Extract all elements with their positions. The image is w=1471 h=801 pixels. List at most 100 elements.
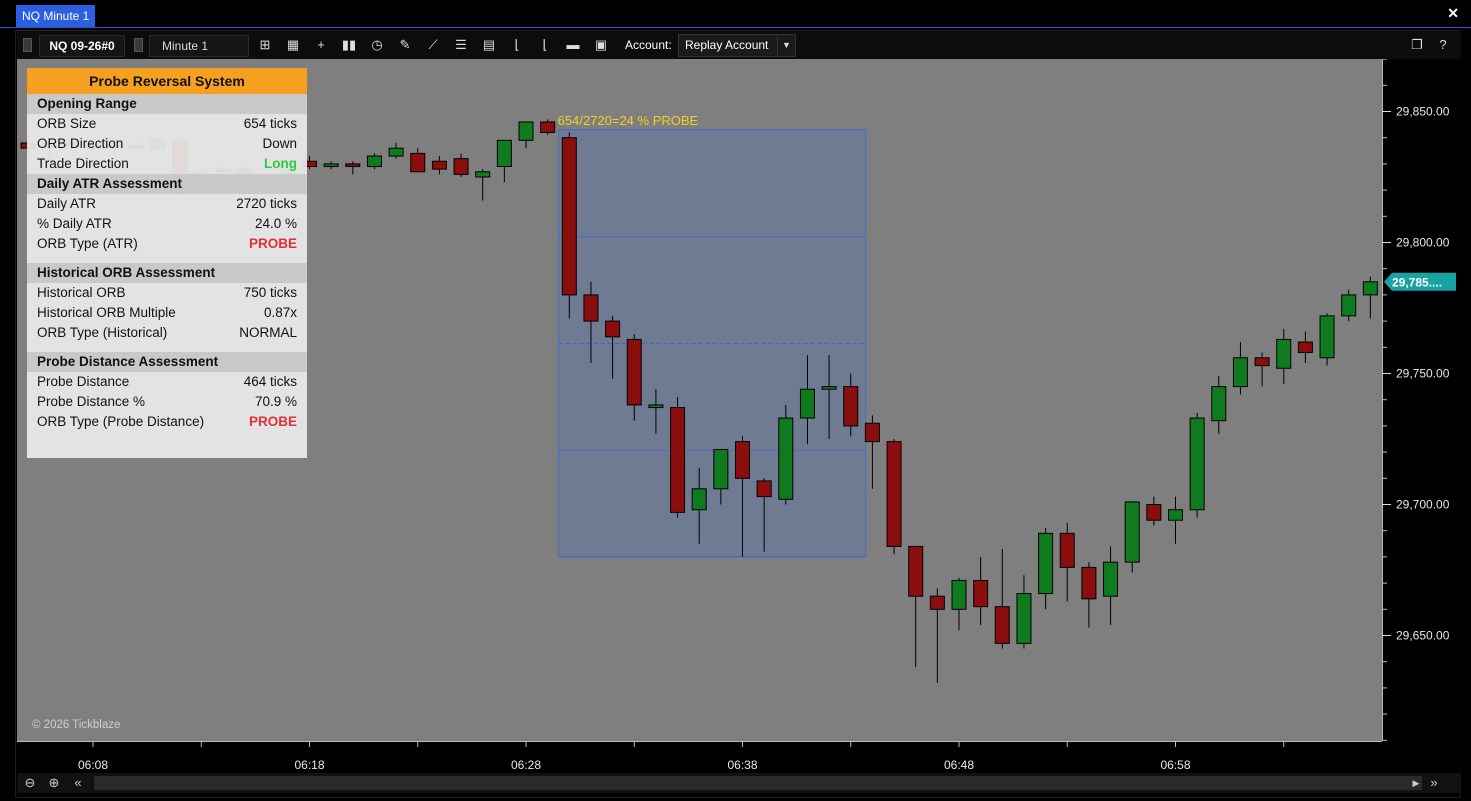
section-header-opening-range: Opening Range <box>27 94 307 114</box>
candle-body <box>1189 417 1205 511</box>
candle-body <box>713 448 729 490</box>
panel-title: Probe Reversal System <box>27 68 307 94</box>
link-color-square-2[interactable] <box>134 38 143 52</box>
account-label: Account: <box>625 38 672 52</box>
candle-body <box>1319 315 1335 359</box>
time-tick-label: 06:48 <box>944 758 974 772</box>
time-scrollbar[interactable]: ⊖ ⊕ « ◀ ▶ » <box>17 773 1461 793</box>
zoom-in-icon[interactable]: ⊕ <box>45 775 63 791</box>
stat-label: % Daily ATR <box>37 216 112 231</box>
time-tick-label: 06:58 <box>1160 758 1190 772</box>
candle-body <box>1081 566 1097 600</box>
line-tool-icon[interactable]: ⟋ <box>423 36 443 54</box>
stat-row: Historical ORB 750 ticks <box>27 283 307 303</box>
copy-icon[interactable]: ❐ <box>1407 36 1427 54</box>
candle-body <box>843 386 859 427</box>
stat-row: Probe Distance % 70.9 % <box>27 392 307 412</box>
stat-label: ORB Type (Historical) <box>37 325 168 340</box>
candle-body <box>929 595 945 610</box>
properties-icon[interactable]: ▤ <box>479 36 499 54</box>
candle-body <box>1362 281 1378 296</box>
candle-body <box>518 121 534 141</box>
section-header-historical-orb: Historical ORB Assessment <box>27 263 307 283</box>
open-folder-icon[interactable]: ▬ <box>563 36 583 54</box>
stat-value-orb-type-probe: PROBE <box>248 414 297 429</box>
axis-tool-2-icon[interactable]: ⌊ <box>535 36 555 54</box>
price-tick-label: 29,700.00 <box>1396 498 1450 512</box>
stat-label: Daily ATR <box>37 196 97 211</box>
stat-row: Trade Direction Long <box>27 154 307 174</box>
stat-row: Historical ORB Multiple 0.87x <box>27 303 307 323</box>
price-tick-label: 29,850.00 <box>1396 105 1450 119</box>
stat-value-orb-type-atr: PROBE <box>248 236 297 251</box>
candle-body <box>626 338 642 406</box>
axis-tool-icon[interactable]: ⌊ <box>507 36 527 54</box>
candle-body <box>951 579 967 610</box>
candle-body <box>994 606 1010 644</box>
stat-label: Historical ORB Multiple <box>37 305 176 320</box>
list-icon[interactable]: ☰ <box>451 36 471 54</box>
account-value: Replay Account <box>685 38 769 52</box>
instrument-selector[interactable]: NQ 09-26#0 <box>39 35 125 57</box>
save-icon[interactable]: ▣ <box>591 36 611 54</box>
last-price-label: 29,785.... <box>1392 275 1442 289</box>
section-header-daily-atr: Daily ATR Assessment <box>27 174 307 194</box>
chart-style-icon[interactable]: ▮▮ <box>339 36 359 54</box>
stat-label: Probe Distance <box>37 374 130 389</box>
draw-pencil-icon[interactable]: ✎ <box>395 36 415 54</box>
candle-body <box>799 388 815 419</box>
candle-body <box>410 152 426 173</box>
candle-body <box>756 480 772 498</box>
candle-body <box>1038 532 1054 595</box>
candle-body <box>475 171 491 178</box>
candle-body <box>908 545 924 597</box>
candle-body <box>561 137 577 296</box>
bar-type-icon[interactable]: ⊞ <box>255 36 275 54</box>
candle-body <box>670 407 686 513</box>
stat-row: Daily ATR 2720 ticks <box>27 194 307 214</box>
candle-body <box>648 404 664 409</box>
candle-body <box>821 386 837 390</box>
scroll-right-icon[interactable]: ▶ <box>1407 775 1425 791</box>
stat-row: ORB Size 654 ticks <box>27 114 307 134</box>
stat-value: 464 ticks <box>243 374 297 389</box>
candle-body <box>496 139 512 168</box>
candle-body <box>583 294 599 322</box>
indicators-icon[interactable]: ▦ <box>283 36 303 54</box>
candle-body <box>1341 294 1357 317</box>
candle-body <box>388 147 404 157</box>
period-selector[interactable]: Minute 1 <box>149 35 249 57</box>
clock-icon[interactable]: ◷ <box>367 36 387 54</box>
scroll-fast-right-icon[interactable]: » <box>1425 775 1443 791</box>
crosshair-icon[interactable]: + <box>311 36 331 54</box>
stat-row: ORB Type (ATR) PROBE <box>27 234 307 254</box>
stat-row: % Daily ATR 24.0 % <box>27 214 307 234</box>
chart-window: NQ Minute 1 ✕ 29,850.00 29,800.00 29,750.0… <box>0 0 1471 801</box>
time-tick-label: 06:08 <box>78 758 108 772</box>
stat-value: 654 ticks <box>243 116 297 131</box>
account-select[interactable]: Replay Account ▼ <box>678 34 796 57</box>
candle-body <box>973 579 989 608</box>
candle-body <box>1211 386 1227 422</box>
help-icon[interactable]: ? <box>1433 36 1453 54</box>
candle-body <box>431 160 447 170</box>
scrollbar-track[interactable] <box>94 776 1422 790</box>
link-color-square[interactable] <box>23 38 32 52</box>
time-tick-label: 06:18 <box>294 758 324 772</box>
stat-value: 24.0 % <box>254 216 297 231</box>
candle-body <box>778 417 794 500</box>
stat-label: ORB Type (Probe Distance) <box>37 414 205 429</box>
stat-row: ORB Direction Down <box>27 134 307 154</box>
chevron-down-icon[interactable]: ▼ <box>777 35 795 56</box>
stat-label: ORB Direction <box>37 136 124 151</box>
chart-toolbar: NQ 09-26#0 Minute 1 ⊞ ▦ + ▮▮ ◷ ✎ ⟋ ☰ ▤ ⌊… <box>17 31 1461 59</box>
candle-body <box>453 158 469 175</box>
zoom-out-icon[interactable]: ⊖ <box>21 775 39 791</box>
candle-body <box>605 320 621 338</box>
scroll-fast-left-icon[interactable]: « <box>69 775 87 791</box>
stat-row: ORB Type (Historical) NORMAL <box>27 323 307 343</box>
stat-value: 750 ticks <box>243 285 297 300</box>
time-tick-label: 06:38 <box>727 758 757 772</box>
candle-body <box>540 121 556 133</box>
stat-value: 70.9 % <box>254 394 297 409</box>
